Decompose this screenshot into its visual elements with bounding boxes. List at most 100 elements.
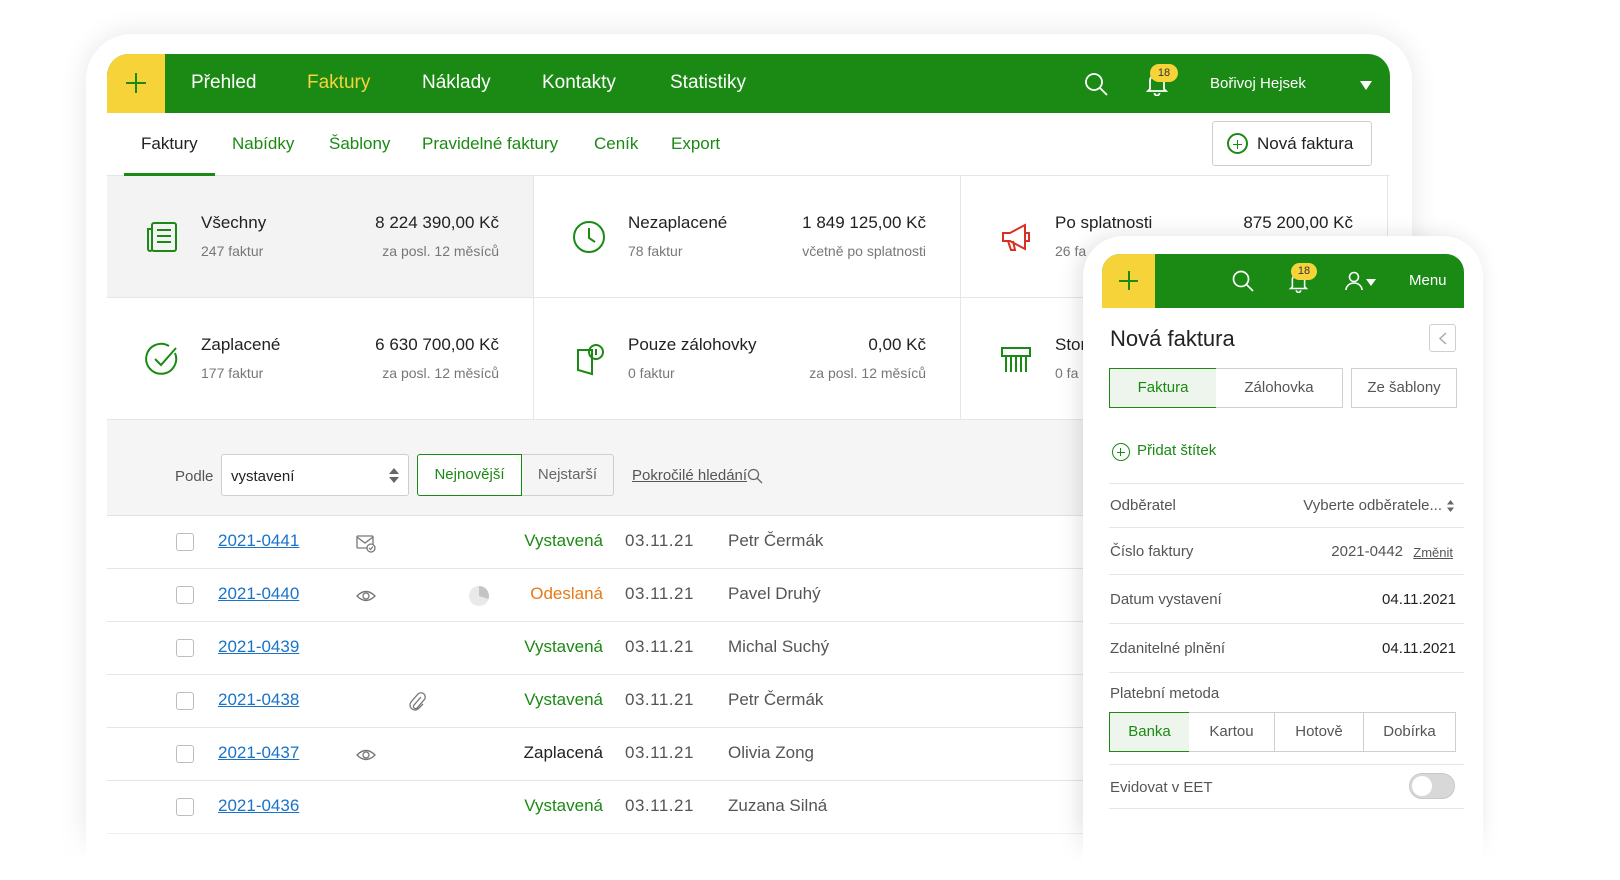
sort-select-value: vystavení <box>231 468 295 485</box>
change-number-link[interactable]: Změnit <box>1413 545 1453 560</box>
payment-method-label: Platební metoda <box>1110 685 1220 702</box>
tab-export[interactable]: Export <box>671 134 720 154</box>
chevron-down-icon[interactable] <box>1360 81 1372 90</box>
invoice-number-link[interactable]: 2021-0436 <box>218 796 299 816</box>
stat-count: 26 fa <box>1055 243 1087 259</box>
divider <box>1109 672 1464 673</box>
stat-amount: 6 630 700,00 Kč <box>375 335 499 354</box>
deposit-icon <box>577 344 604 376</box>
stat-card-deposits[interactable]: Pouze zálohovky 0 faktur 0,00 Kč za posl… <box>534 298 961 420</box>
stat-card-unpaid[interactable]: Nezaplacené 78 faktur 1 849 125,00 Kč vč… <box>534 176 961 298</box>
status-label: Vystavená <box>524 690 603 709</box>
divider <box>1109 483 1464 484</box>
invoice-number-link[interactable]: 2021-0440 <box>218 584 299 604</box>
user-name[interactable]: Bořivoj Hejsek <box>1210 75 1306 92</box>
check-circle-icon <box>145 342 178 375</box>
quick-add-button[interactable] <box>107 54 165 113</box>
client-name: Olivia Zong <box>728 743 814 762</box>
shredder-icon <box>1001 347 1031 372</box>
tab-faktura[interactable]: Faktura <box>1109 368 1217 408</box>
client-name: Michal Suchý <box>728 637 830 656</box>
envelope-check-icon <box>356 535 376 553</box>
stat-count: 0 fa <box>1055 365 1079 381</box>
pie-progress-icon <box>469 586 489 606</box>
nav-item-kontakty[interactable]: Kontakty <box>542 72 616 94</box>
invoice-date: 03.11.21 <box>625 796 694 815</box>
stat-amount: 1 849 125,00 Kč <box>802 213 926 232</box>
stat-title: Pouze zálohovky <box>628 335 757 354</box>
invoice-number-label: Číslo faktury <box>1110 543 1194 560</box>
sort-select[interactable]: vystavení <box>221 454 409 496</box>
invoice-number-link[interactable]: 2021-0441 <box>218 531 299 551</box>
search-icon[interactable] <box>747 468 763 484</box>
eet-label: Evidovat v EET <box>1110 779 1213 796</box>
nav-item-naklady[interactable]: Náklady <box>422 72 491 94</box>
search-icon[interactable] <box>1232 270 1254 292</box>
tab-faktury[interactable]: Faktury <box>141 134 198 154</box>
payment-card[interactable]: Kartou <box>1189 712 1275 752</box>
status-label: Zaplacená <box>523 743 603 762</box>
divider <box>1109 623 1464 624</box>
phone-quick-add-button[interactable] <box>1102 254 1155 308</box>
select-arrows-icon <box>1447 500 1454 512</box>
divider <box>1109 574 1464 575</box>
stat-title: Nezaplacené <box>628 213 728 232</box>
search-icon[interactable] <box>1084 72 1108 96</box>
stat-count: 78 faktur <box>628 243 683 259</box>
client-name: Zuzana Silná <box>728 796 828 815</box>
customer-select[interactable]: Vyberte odběratele... <box>1303 497 1442 514</box>
nav-item-faktury[interactable]: Faktury <box>307 72 370 94</box>
tab-ze-sablony[interactable]: Ze šablony <box>1351 368 1457 408</box>
chevron-down-icon[interactable] <box>1366 279 1376 286</box>
back-button[interactable] <box>1429 324 1456 352</box>
stat-amount: 0,00 Kč <box>868 335 926 354</box>
stat-card-all[interactable]: Všechny 247 faktur 8 224 390,00 Kč za po… <box>107 176 534 298</box>
row-checkbox[interactable] <box>176 798 194 816</box>
chevron-left-icon <box>1438 332 1447 345</box>
stat-card-paid[interactable]: Zaplacené 177 faktur 6 630 700,00 Kč za … <box>107 298 534 420</box>
stat-note: včetně po splatnosti <box>802 243 926 259</box>
new-invoice-button[interactable]: Nová faktura <box>1212 121 1372 166</box>
tab-pravidelne-faktury[interactable]: Pravidelné faktury <box>422 134 558 154</box>
taxable-date-value[interactable]: 04.11.2021 <box>1382 640 1456 657</box>
tab-zalohovka[interactable]: Zálohovka <box>1216 368 1343 408</box>
tab-sablony[interactable]: Šablony <box>329 134 390 154</box>
invoice-date: 03.11.21 <box>625 743 694 762</box>
sort-newest-button[interactable]: Nejnovější <box>417 454 522 496</box>
nav-item-statistiky[interactable]: Statistiky <box>670 72 746 94</box>
stat-title: Po splatnosti <box>1055 213 1153 232</box>
payment-cash[interactable]: Hotově <box>1274 712 1364 752</box>
menu-button[interactable]: Menu <box>1409 272 1447 289</box>
invoice-date: 03.11.21 <box>625 637 694 656</box>
eet-toggle[interactable] <box>1409 773 1455 799</box>
payment-cod[interactable]: Dobírka <box>1363 712 1456 752</box>
stat-title: Všechny <box>201 213 267 232</box>
nav-item-prehled[interactable]: Přehled <box>191 72 257 94</box>
row-checkbox[interactable] <box>176 745 194 763</box>
row-checkbox[interactable] <box>176 639 194 657</box>
add-tag-label: Přidat štítek <box>1137 442 1217 459</box>
divider <box>1109 808 1464 809</box>
tab-cenik[interactable]: Ceník <box>594 134 638 154</box>
invoice-date: 03.11.21 <box>625 584 694 603</box>
stat-amount: 875 200,00 Kč <box>1243 213 1353 232</box>
user-icon[interactable] <box>1345 271 1363 291</box>
sort-oldest-button[interactable]: Nejstarší <box>522 454 614 496</box>
invoice-date: 03.11.21 <box>625 690 694 709</box>
phone-top-bar: 18 Menu <box>1102 254 1464 308</box>
advanced-search-link[interactable]: Pokročilé hledání <box>632 467 747 484</box>
megaphone-icon <box>1002 223 1030 251</box>
clock-icon <box>573 221 605 253</box>
client-name: Petr Čermák <box>728 690 824 709</box>
sub-navigation: Faktury Nabídky Šablony Pravidelné faktu… <box>107 113 1390 176</box>
row-checkbox[interactable] <box>176 533 194 551</box>
issue-date-value[interactable]: 04.11.2021 <box>1382 591 1456 608</box>
toggle-knob <box>1412 776 1432 796</box>
invoice-number-link[interactable]: 2021-0437 <box>218 743 299 763</box>
payment-bank[interactable]: Banka <box>1109 712 1190 752</box>
row-checkbox[interactable] <box>176 586 194 604</box>
tab-nabidky[interactable]: Nabídky <box>232 134 294 154</box>
row-checkbox[interactable] <box>176 692 194 710</box>
invoice-number-link[interactable]: 2021-0439 <box>218 637 299 657</box>
invoice-number-link[interactable]: 2021-0438 <box>218 690 299 710</box>
